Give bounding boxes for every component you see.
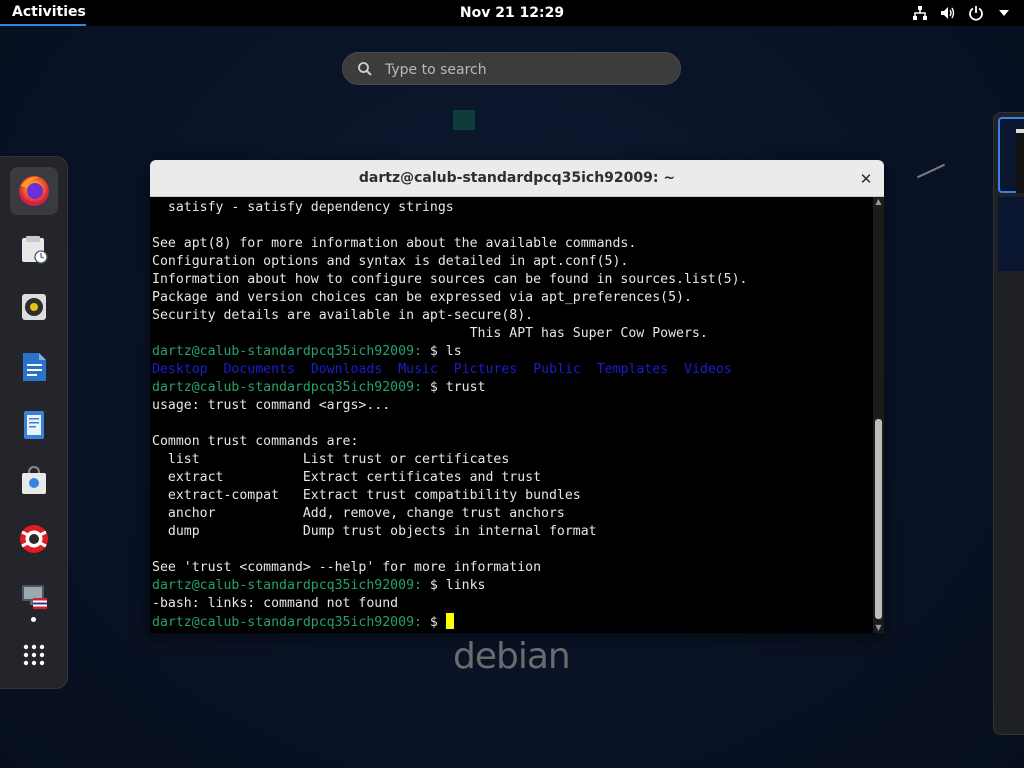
dash-item-rhythmbox[interactable] bbox=[10, 283, 58, 331]
terminal-prompt-line: dartz@calub-standardpcq35ich92009: $ bbox=[152, 613, 870, 631]
workspace-thumbnail-1[interactable] bbox=[998, 117, 1024, 193]
terminal-prompt-line: dartz@calub-standardpcq35ich92009: $ tru… bbox=[152, 379, 870, 397]
top-bar: Activities Nov 21 12:29 bbox=[0, 0, 1024, 26]
terminal-body[interactable]: satisfy - satisfy dependency strings See … bbox=[150, 197, 884, 633]
terminal-line: Package and version choices can be expre… bbox=[152, 290, 692, 305]
help-icon bbox=[20, 525, 48, 553]
dash-item-files[interactable] bbox=[10, 225, 58, 273]
dash-item-software[interactable] bbox=[10, 457, 58, 505]
activities-underline bbox=[0, 24, 86, 26]
prompt-text: dartz@calub-standardpcq35ich92009: bbox=[152, 615, 422, 630]
command-text: $ links bbox=[421, 578, 486, 593]
software-icon bbox=[22, 465, 46, 494]
terminal-line: extract Extract certificates and trust bbox=[152, 470, 542, 485]
workspace-thumbnail-2[interactable] bbox=[998, 197, 1024, 271]
directory-entry: Downloads bbox=[310, 362, 383, 377]
arrow-down-icon[interactable] bbox=[996, 5, 1012, 21]
command-text: $ ls bbox=[421, 344, 462, 359]
workspace-switcher[interactable] bbox=[993, 112, 1024, 735]
directory-entry: Music bbox=[398, 362, 438, 377]
search-icon bbox=[357, 61, 373, 77]
terminal-line: Information about how to configure sourc… bbox=[152, 272, 748, 287]
wallpaper-shape bbox=[453, 110, 475, 130]
workspace-window-preview bbox=[1016, 129, 1024, 193]
wallpaper-line bbox=[916, 163, 946, 179]
ls-output-line: Desktop Documents Downloads Music Pictur… bbox=[152, 361, 870, 379]
terminal-prompt-line: dartz@calub-standardpcq35ich92009: $ ls bbox=[152, 343, 870, 361]
directory-entry: Templates bbox=[596, 362, 669, 377]
window-title: dartz@calub-standardpcq35ich92009: ~ bbox=[358, 170, 676, 186]
scroll-thumb[interactable] bbox=[875, 419, 882, 619]
close-icon: ✕ bbox=[859, 170, 873, 188]
terminal-line: usage: trust command <args>... bbox=[152, 398, 391, 413]
directory-entry: Pictures bbox=[453, 362, 518, 377]
writer-icon bbox=[23, 353, 46, 381]
terminal-line: See 'trust <command> --help' for more in… bbox=[152, 560, 542, 575]
settings-icon bbox=[22, 585, 47, 609]
directory-entry: Videos bbox=[684, 362, 732, 377]
directory-entry: Documents bbox=[223, 362, 295, 377]
firefox-icon bbox=[19, 176, 49, 206]
scroll-up-arrow-icon[interactable]: ▲ bbox=[873, 197, 884, 207]
system-tray[interactable] bbox=[912, 4, 1012, 22]
terminal-line: This APT has Super Cow Powers. bbox=[152, 326, 708, 341]
activities-button[interactable]: Activities bbox=[12, 4, 86, 20]
debian-watermark: debian bbox=[453, 636, 571, 677]
terminal-line: dump Dump trust objects in internal form… bbox=[152, 524, 597, 539]
volume-icon[interactable] bbox=[940, 5, 956, 21]
terminal-line: See apt(8) for more information about th… bbox=[152, 236, 637, 251]
terminal-line: Common trust commands are: bbox=[152, 434, 359, 449]
terminal-line: extract-compat Extract trust compatibili… bbox=[152, 488, 581, 503]
terminal-titlebar[interactable]: dartz@calub-standardpcq35ich92009: ~ ✕ bbox=[150, 160, 884, 197]
dash-item-settings[interactable] bbox=[10, 573, 58, 621]
terminal-line: list List trust or certificates bbox=[152, 452, 510, 467]
command-text: $ trust bbox=[421, 380, 486, 395]
terminal-line: -bash: links: command not found bbox=[152, 596, 399, 611]
search-bar[interactable] bbox=[342, 52, 681, 85]
grid-icon bbox=[23, 644, 45, 666]
terminal-line: Configuration options and syntax is deta… bbox=[152, 254, 629, 269]
running-indicator bbox=[31, 617, 36, 622]
terminal-output[interactable]: satisfy - satisfy dependency strings See … bbox=[152, 199, 870, 631]
directory-entry: Desktop bbox=[152, 362, 208, 377]
network-icon[interactable] bbox=[912, 5, 928, 21]
terminal-window[interactable]: dartz@calub-standardpcq35ich92009: ~ ✕ s… bbox=[150, 160, 884, 633]
scrollbar[interactable]: ▲ ▼ bbox=[873, 197, 884, 633]
text-cursor bbox=[445, 613, 454, 629]
terminal-line: satisfy - satisfy dependency strings bbox=[152, 200, 454, 215]
dash-item-firefox[interactable] bbox=[10, 167, 58, 215]
text-editor-icon bbox=[24, 411, 44, 439]
dash bbox=[0, 156, 68, 689]
dash-item-text-editor[interactable] bbox=[10, 401, 58, 449]
terminal-line: Security details are available in apt-se… bbox=[152, 308, 534, 323]
directory-entry: Public bbox=[533, 362, 581, 377]
dash-item-help[interactable] bbox=[10, 515, 58, 563]
dash-item-writer[interactable] bbox=[10, 343, 58, 391]
scroll-down-arrow-icon[interactable]: ▼ bbox=[873, 623, 884, 633]
show-apps-button[interactable] bbox=[10, 631, 58, 679]
prompt-text: dartz@calub-standardpcq35ich92009: bbox=[152, 344, 422, 359]
files-icon bbox=[22, 236, 48, 264]
prompt-text: dartz@calub-standardpcq35ich92009: bbox=[152, 380, 422, 395]
terminal-line: anchor Add, remove, change trust anchors bbox=[152, 506, 565, 521]
power-icon[interactable] bbox=[968, 5, 984, 21]
terminal-prompt-line: dartz@calub-standardpcq35ich92009: $ lin… bbox=[152, 577, 870, 595]
search-input[interactable] bbox=[383, 58, 667, 82]
close-button[interactable]: ✕ bbox=[856, 169, 876, 189]
clock[interactable]: Nov 21 12:29 bbox=[0, 5, 1024, 21]
command-text: $ bbox=[421, 615, 446, 630]
rhythmbox-icon bbox=[22, 294, 46, 320]
prompt-text: dartz@calub-standardpcq35ich92009: bbox=[152, 578, 422, 593]
